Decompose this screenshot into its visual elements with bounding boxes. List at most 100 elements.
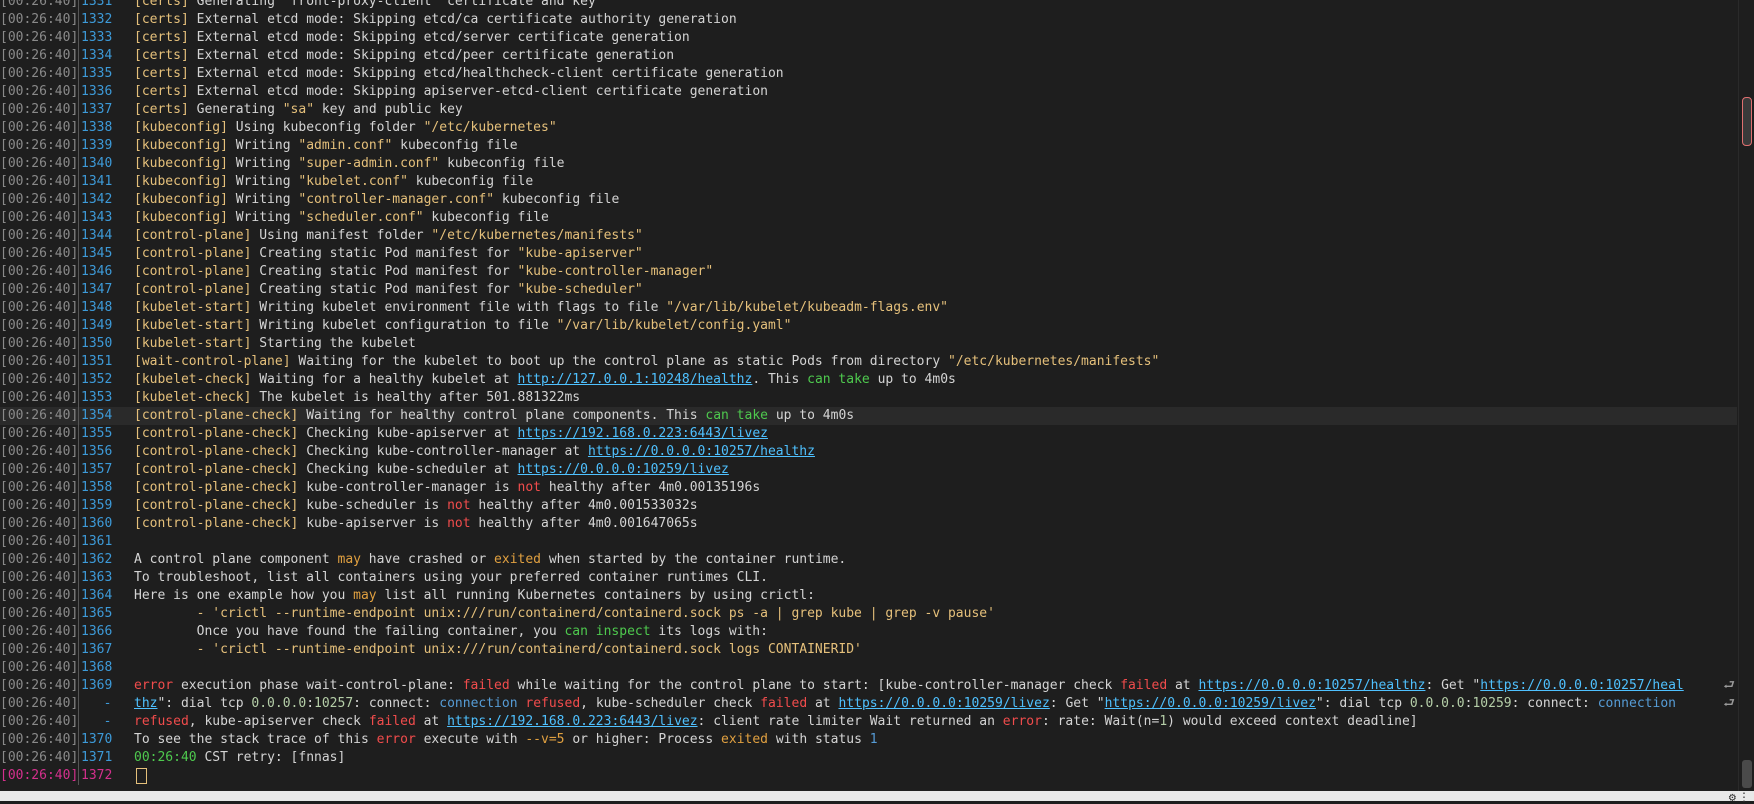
- terminal-line: [00:26:40] 1369 error execution phase wait…: [0, 677, 1737, 695]
- line-text: To see the stack trace of this error exe…: [134, 731, 878, 749]
- gutter-divider: [78, 569, 79, 587]
- line-number: 1333: [81, 30, 113, 45]
- url-link[interactable]: http://127.0.0.1:10248/healthz: [518, 372, 753, 387]
- line-number: 1339: [81, 138, 113, 153]
- url-link[interactable]: https://0.0.0.0:10259/livez: [1105, 696, 1316, 711]
- text-segment: Here is one example how you: [134, 588, 354, 603]
- vertical-scrollbar[interactable]: [1738, 0, 1754, 801]
- line-text: [kubeconfig] Writing "scheduler.conf" ku…: [134, 209, 549, 227]
- line-text: [wait-control-plane] Waiting for the kub…: [134, 353, 1159, 371]
- line-number: 1352: [81, 372, 113, 387]
- line-timestamp: [00:26:40]: [0, 210, 79, 225]
- text-segment: execute with: [415, 732, 526, 747]
- text-segment: : Get ": [1425, 678, 1481, 693]
- terminal-output[interactable]: [00:26:40] 1331 [certs] Generating "front-…: [0, 0, 1737, 785]
- line-number: 1335: [81, 66, 113, 81]
- line-number: 1363: [81, 570, 113, 585]
- wrap-indicator-icon: ⮐: [1723, 696, 1735, 711]
- url-link[interactable]: https://0.0.0.0:10257/healthz: [588, 444, 815, 459]
- text-segment: "kubelet.conf": [298, 174, 408, 189]
- url-link[interactable]: thz: [134, 696, 157, 711]
- text-segment: Generating: [188, 102, 283, 117]
- terminal-line: [00:26:40] 1331 [certs] Generating "front-…: [0, 0, 1737, 11]
- line-timestamp: [00:26:40]: [0, 318, 79, 333]
- url-link[interactable]: https://0.0.0.0:10259/livez: [838, 696, 1049, 711]
- line-number: 1360: [81, 516, 113, 531]
- text-segment: at: [1167, 678, 1199, 693]
- more-icon[interactable]: ⋮: [1738, 791, 1750, 803]
- text-segment: . This: [752, 372, 808, 387]
- text-segment: up to 4m0s: [768, 408, 855, 423]
- text-segment: have crashed or: [360, 552, 495, 567]
- terminal-line: [00:26:40] 1354 [control-plane-check] Wait…: [0, 407, 1737, 425]
- gutter-divider: [78, 371, 79, 389]
- text-segment: : connect:: [353, 696, 440, 711]
- text-segment: [control-plane]: [134, 264, 252, 279]
- text-segment: "/var/lib/kubelet/config.yaml": [556, 318, 792, 333]
- line-text: 00:26:40 CST retry: [fnnas]: [134, 749, 345, 767]
- text-segment: To troubleshoot, list all containers usi…: [134, 570, 768, 585]
- line-timestamp: [00:26:40]: [0, 408, 79, 423]
- text-segment: "scheduler.conf": [298, 210, 424, 225]
- text-segment: [kubeconfig]: [134, 192, 228, 207]
- line-number: 1341: [81, 174, 113, 189]
- line-timestamp: [00:26:40]: [0, 462, 79, 477]
- url-link[interactable]: https://192.168.0.223:6443/livez: [518, 426, 768, 441]
- line-text: refused, kube-apiserver check failed at …: [134, 713, 1418, 731]
- line-text: [certs] Generating "sa" key and public k…: [134, 101, 463, 119]
- text-segment: [kubelet-start]: [134, 318, 252, 333]
- line-text: [kubelet-check] The kubelet is healthy a…: [134, 389, 580, 407]
- terminal-line: [00:26:40] 1341 [kubeconfig] Writing "kube…: [0, 173, 1737, 191]
- text-segment: [kubeconfig]: [134, 156, 228, 171]
- line-timestamp: [00:26:40]: [0, 768, 79, 783]
- text-segment: healthy after 4m0.00135196s: [541, 480, 761, 495]
- gear-icon[interactable]: ⚙: [1729, 791, 1736, 803]
- line-text: To troubleshoot, list all containers usi…: [134, 569, 768, 587]
- line-timestamp: [00:26:40]: [0, 480, 79, 495]
- gutter-divider: [78, 659, 79, 677]
- scrollbar-marker[interactable]: [1742, 97, 1752, 146]
- line-timestamp: [00:26:40]: [0, 120, 79, 135]
- url-link[interactable]: https://0.0.0.0:10259/livez: [518, 462, 729, 477]
- gutter-divider: [78, 497, 79, 515]
- gutter-divider: [78, 0, 79, 11]
- gutter-divider: [78, 443, 79, 461]
- line-text: thz": dial tcp 0.0.0.0:10257: connect: c…: [134, 695, 1676, 713]
- gutter-divider: [78, 479, 79, 497]
- text-segment: 0.0.0.0: [251, 696, 307, 711]
- url-link[interactable]: https://0.0.0.0:10257/healthz: [1198, 678, 1425, 693]
- line-text: [control-plane] Using manifest folder "/…: [134, 227, 643, 245]
- line-text: Once you have found the failing containe…: [134, 623, 768, 641]
- text-segment: External etcd mode: Skipping etcd/server…: [188, 30, 690, 45]
- gutter-divider: [78, 713, 79, 731]
- line-number: 1365: [81, 606, 113, 621]
- terminal-line: [00:26:40] 1367 - 'crictl --runtime-endpo…: [0, 641, 1737, 659]
- text-segment: list all running Kubernetes containers b…: [376, 588, 815, 603]
- text-segment: [control-plane]: [134, 246, 252, 261]
- url-link[interactable]: https://0.0.0.0:10257/heal: [1480, 678, 1684, 693]
- gutter-divider: [78, 533, 79, 551]
- line-text: [134, 767, 147, 785]
- line-text: [certs] External etcd mode: Skipping etc…: [134, 47, 674, 65]
- text-segment: Waiting for the kubelet to boot up the c…: [290, 354, 948, 369]
- line-number: 1368: [81, 660, 113, 675]
- url-link[interactable]: https://192.168.0.223:6443/livez: [447, 714, 697, 729]
- text-segment: External etcd mode: Skipping apiserver-e…: [188, 84, 768, 99]
- text-segment: error: [134, 678, 174, 693]
- scrollbar-thumb[interactable]: [1742, 760, 1752, 788]
- terminal-line: [00:26:40] 1363 To troubleshoot, list all …: [0, 569, 1737, 587]
- terminal-line: [00:26:40] 1338 [kubeconfig] Using kubecon…: [0, 119, 1737, 137]
- line-number: 1366: [81, 624, 113, 639]
- line-text: A control plane component may have crash…: [134, 551, 846, 569]
- line-text: [certs] External etcd mode: Skipping etc…: [134, 11, 737, 29]
- text-segment: [kubeconfig]: [134, 120, 228, 135]
- text-segment: "/etc/kubernetes": [423, 120, 557, 135]
- text-segment: while waiting for the control plane to s…: [509, 678, 1121, 693]
- line-timestamp: [00:26:40]: [0, 660, 79, 675]
- text-segment: : connect:: [1511, 696, 1598, 711]
- text-segment: External etcd mode: Skipping etcd/ca cer…: [188, 12, 737, 27]
- text-segment: kubeconfig file: [423, 210, 549, 225]
- text-segment: kube-scheduler is: [298, 498, 448, 513]
- text-segment: Waiting for healthy control plane compon…: [298, 408, 706, 423]
- text-segment: "super-admin.conf": [298, 156, 440, 171]
